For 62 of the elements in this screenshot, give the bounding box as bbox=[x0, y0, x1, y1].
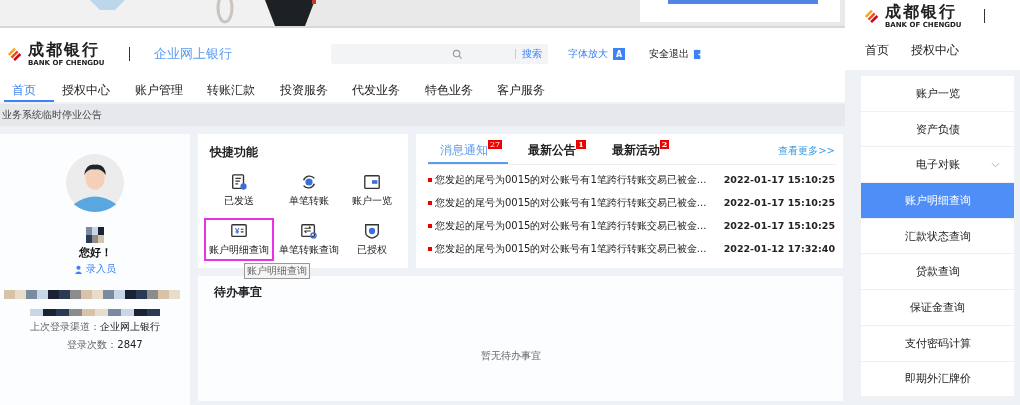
nav-tab[interactable]: 账户管理 bbox=[126, 80, 199, 102]
nav-tab[interactable]: 授权中心 bbox=[911, 41, 959, 61]
chevron-down-icon bbox=[991, 162, 1000, 169]
message-link[interactable]: 您发起的尾号为0015的对公账号有1笔跨行转账交易已被金... bbox=[435, 195, 721, 210]
product-title: 企业网上银行 bbox=[153, 45, 232, 63]
greeting: 您好！ bbox=[78, 245, 112, 260]
logout-icon bbox=[693, 48, 704, 60]
count-badge: 2 bbox=[659, 140, 670, 149]
search-field[interactable]: 搜索 bbox=[331, 44, 548, 64]
card-title: 待办事宜 bbox=[214, 284, 263, 301]
message-link[interactable]: 您发起的尾号为0015的对公账号有1笔跨行转账交易已被金... bbox=[435, 218, 721, 233]
tooltip: 账户明细查询 bbox=[244, 263, 310, 279]
nav-tab[interactable]: 首页 bbox=[4, 80, 54, 102]
count-badge: 1 bbox=[576, 140, 586, 149]
avatar-icon bbox=[66, 154, 124, 212]
shield-check-icon bbox=[363, 222, 381, 240]
shortcut-button[interactable]: 已授权 bbox=[344, 218, 400, 261]
message-time: 2022-01-17 15:10:25 bbox=[723, 197, 835, 208]
bullet-icon bbox=[428, 246, 432, 251]
notice-link[interactable]: 业务系统临时停业公告 bbox=[0, 108, 102, 122]
bank-name: 成都银行 bbox=[885, 3, 958, 20]
sent-document-icon bbox=[230, 173, 248, 191]
font-size-icon: A bbox=[613, 48, 625, 60]
nav-tab[interactable]: 授权中心 bbox=[54, 80, 127, 102]
search-icon bbox=[452, 48, 463, 60]
message-time: 2022-01-17 15:10:25 bbox=[723, 174, 835, 185]
count-badge: 27 bbox=[488, 140, 503, 149]
wallet-icon bbox=[363, 173, 381, 191]
bank-logo-icon bbox=[863, 8, 881, 24]
nav-tab[interactable]: 转账汇款 bbox=[199, 80, 272, 102]
message-time: 2022-01-17 15:10:25 bbox=[723, 220, 835, 231]
message-link[interactable]: 您发起的尾号为0015的对公账号有1笔跨行转账交易已被金... bbox=[435, 241, 721, 256]
card-title: 快捷功能 bbox=[210, 144, 259, 161]
last-login-channel: 上次登录渠道：企业网上银行 bbox=[30, 320, 160, 334]
bullet-icon bbox=[428, 223, 432, 228]
empty-message: 暂无待办事宜 bbox=[480, 349, 541, 363]
shortcut-button[interactable]: 账户明细查询 bbox=[204, 218, 274, 261]
shortcut-button[interactable]: 单笔转账 bbox=[274, 169, 344, 212]
user-icon bbox=[74, 264, 83, 274]
nav-tab[interactable]: 代发业务 bbox=[344, 80, 417, 102]
nav-tab[interactable]: 投资服务 bbox=[271, 80, 344, 102]
currency-exchange-icon bbox=[300, 173, 318, 191]
currency-document-icon bbox=[230, 222, 248, 240]
font-enlarge-button[interactable]: 字体放大 A bbox=[568, 47, 625, 61]
bullet-icon bbox=[428, 200, 432, 205]
nav-tab[interactable]: 首页 bbox=[865, 41, 889, 61]
message-link[interactable]: 您发起的尾号为0015的对公账号有1笔跨行转账交易已被金... bbox=[435, 172, 721, 187]
nav-tab[interactable]: 特色业务 bbox=[416, 80, 489, 102]
transfer-search-icon bbox=[300, 222, 318, 240]
login-count: 登录次数：2847 bbox=[67, 338, 143, 352]
logout-button[interactable]: 安全退出 bbox=[649, 47, 704, 61]
shortcut-button[interactable]: 账户一览 bbox=[344, 169, 400, 212]
bullet-icon bbox=[428, 177, 432, 182]
bank-logo-icon bbox=[6, 46, 24, 62]
shortcut-button[interactable]: 已发送 bbox=[204, 169, 274, 212]
search-button[interactable]: 搜索 bbox=[522, 47, 542, 61]
nav-tab[interactable]: 客户服务 bbox=[489, 80, 562, 102]
redacted-name bbox=[86, 227, 104, 243]
bank-name: 成都银行 bbox=[28, 41, 101, 58]
user-role: 录入员 bbox=[74, 262, 116, 276]
shortcut-button[interactable]: 单笔转账查询 bbox=[274, 218, 344, 261]
message-time: 2022-01-12 17:32:40 bbox=[723, 243, 835, 254]
